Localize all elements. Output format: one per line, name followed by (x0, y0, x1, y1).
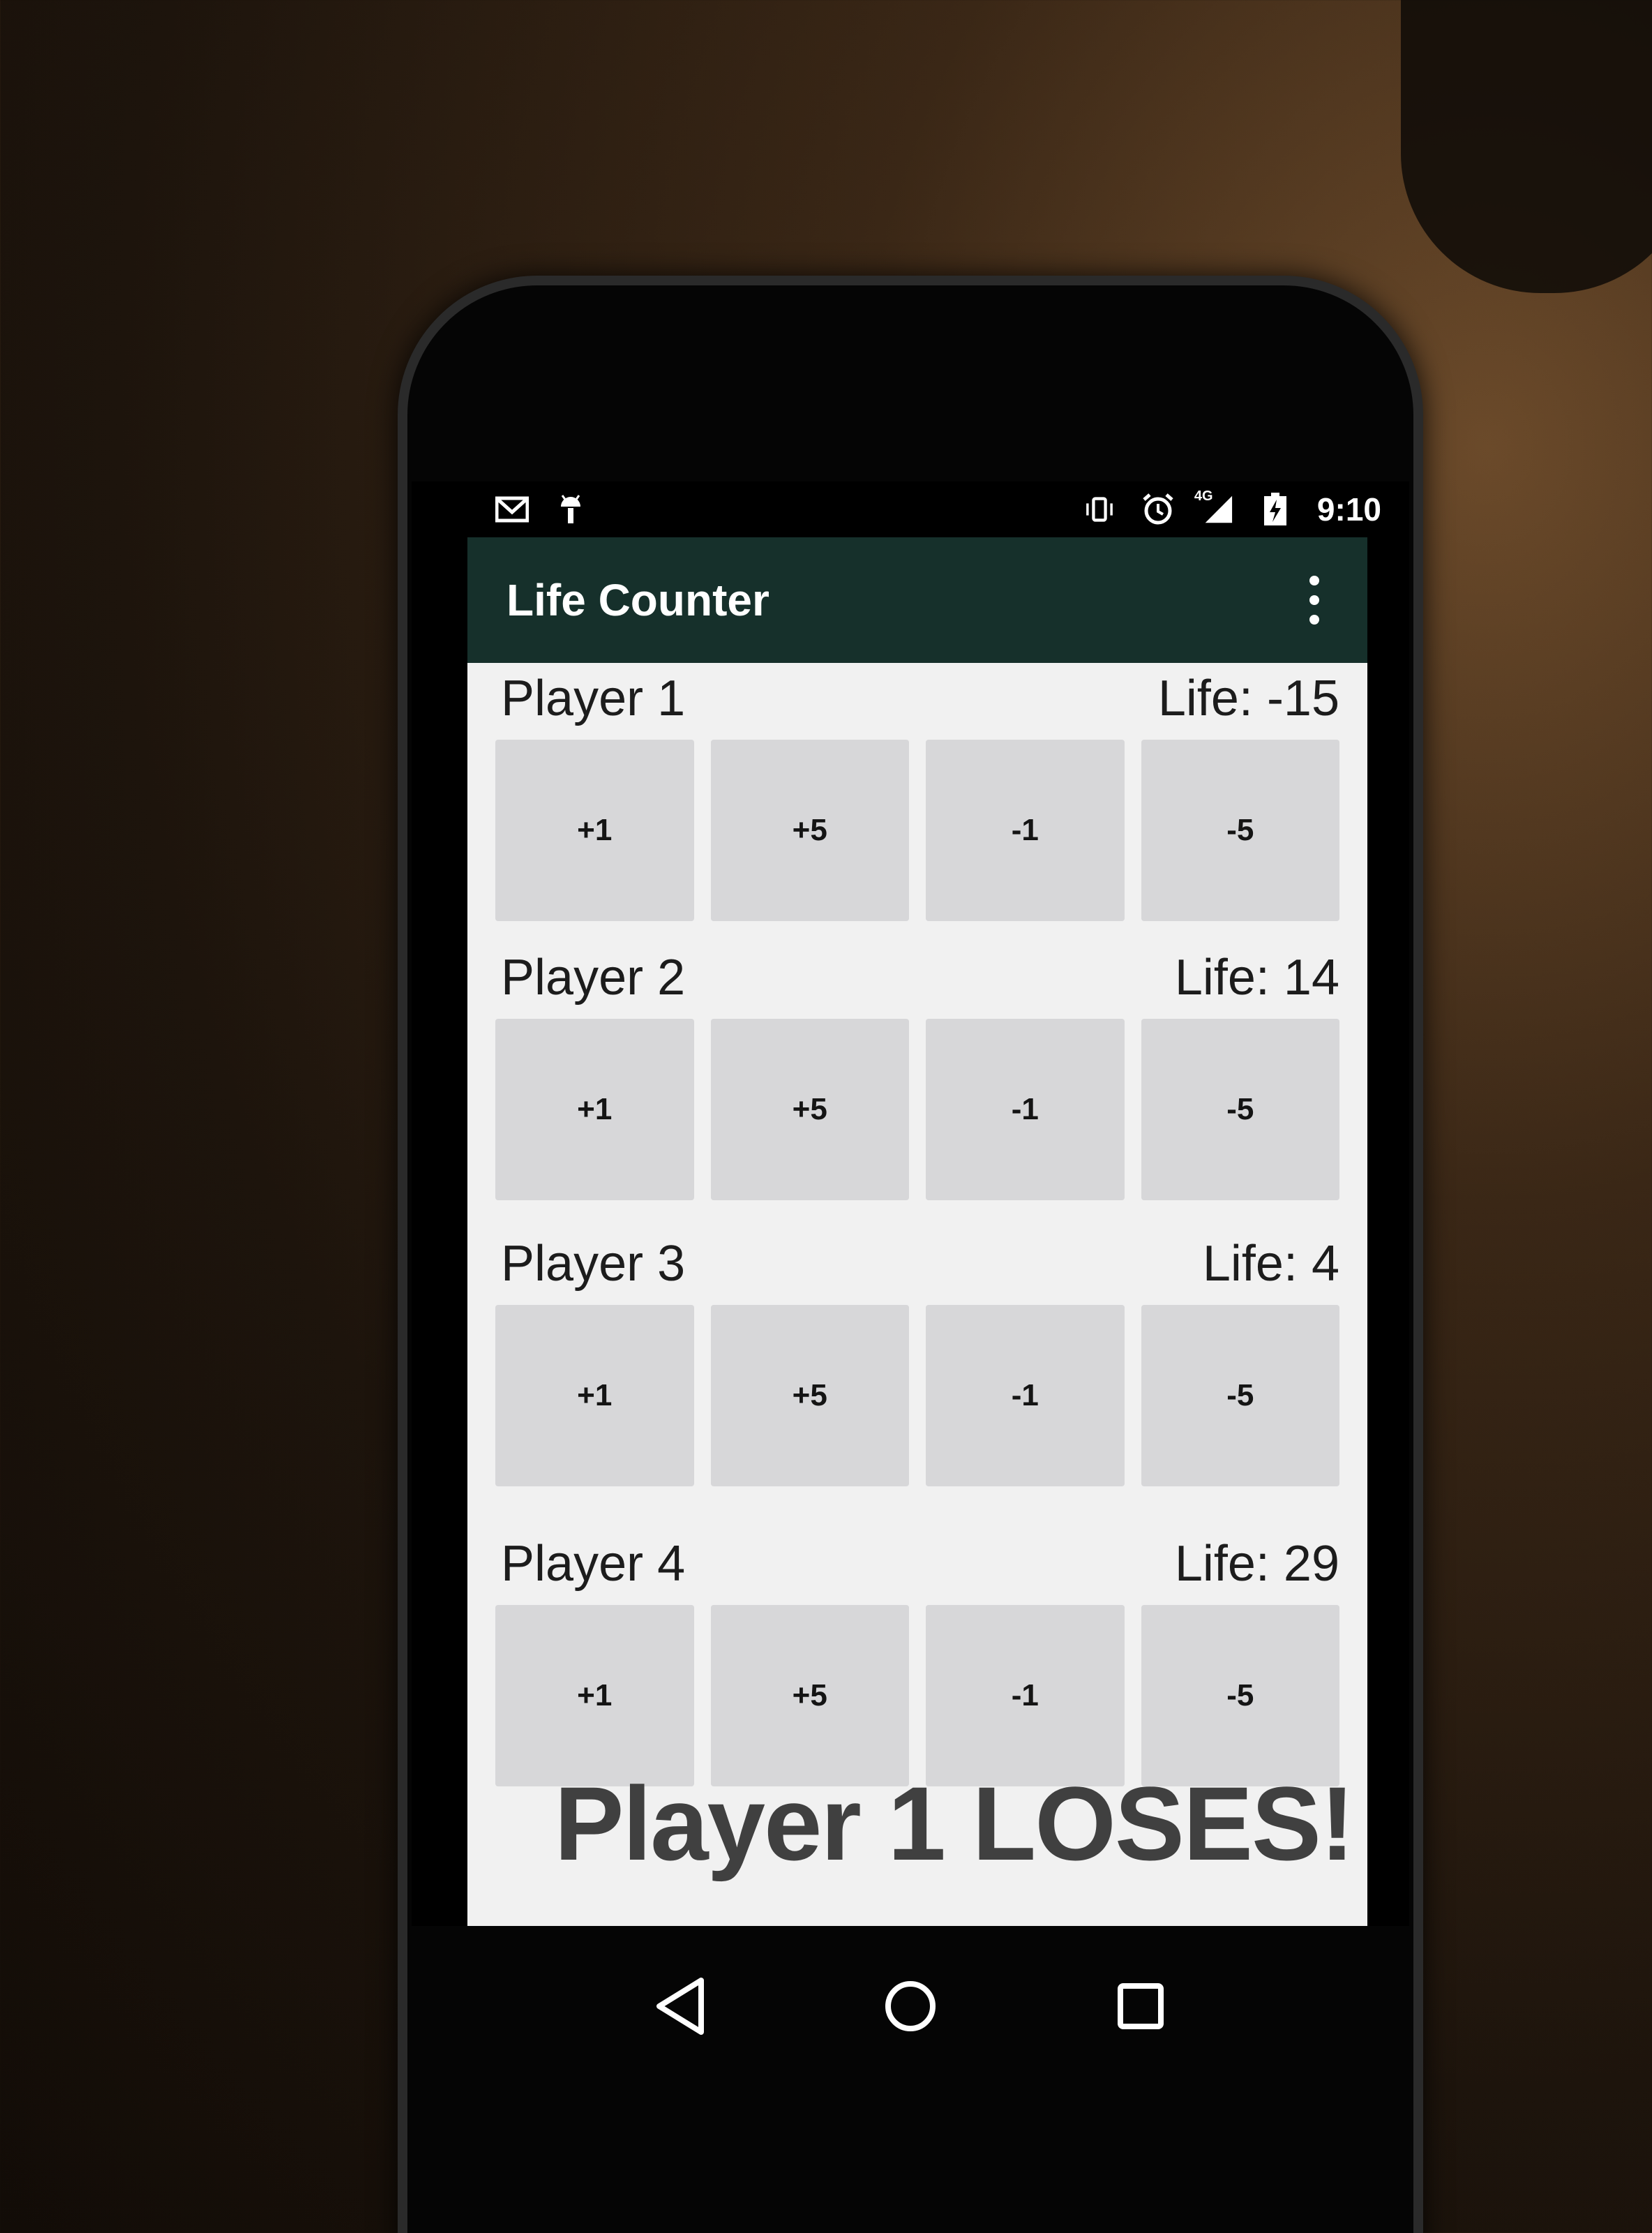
player-4-plus-5-button[interactable]: +5 (710, 1605, 909, 1786)
app-title: Life Counter (506, 575, 769, 625)
loss-banner: Player 1 LOSES! (554, 1765, 1355, 1882)
player-life: Life: -15 (1157, 671, 1339, 726)
player-3-minus-5-button[interactable]: -5 (1141, 1305, 1339, 1486)
player-3-minus-1-button[interactable]: -1 (926, 1305, 1125, 1486)
back-icon[interactable] (649, 1975, 712, 2038)
player-2-minus-5-button[interactable]: -5 (1141, 1019, 1339, 1200)
vibrate-icon (1083, 494, 1116, 525)
status-bar: 4G 9:10 (412, 481, 1409, 537)
player-1-plus-1-button[interactable]: +1 (495, 740, 694, 921)
app-bar: Life Counter (467, 537, 1367, 663)
player-name: Player 1 (501, 671, 686, 726)
player-3-panel: Player 3 Life: 4 +1 +5 -1 -5 (495, 1228, 1339, 1507)
more-vert-icon[interactable] (1300, 576, 1328, 625)
player-4-minus-5-button[interactable]: -5 (1141, 1605, 1339, 1786)
player-1-minus-5-button[interactable]: -5 (1141, 740, 1339, 921)
player-3-plus-5-button[interactable]: +5 (710, 1305, 909, 1486)
player-1-panel: Player 1 Life: -15 +1 +5 -1 -5 (495, 663, 1339, 942)
player-1-plus-5-button[interactable]: +5 (710, 740, 909, 921)
player-2-minus-1-button[interactable]: -1 (926, 1019, 1125, 1200)
player-name: Player 2 (501, 950, 686, 1006)
alarm-icon (1141, 493, 1175, 525)
player-4-plus-1-button[interactable]: +1 (495, 1605, 694, 1786)
status-time: 9:10 (1316, 491, 1381, 528)
player-2-plus-1-button[interactable]: +1 (495, 1019, 694, 1200)
player-2-plus-5-button[interactable]: +5 (710, 1019, 909, 1200)
player-life: Life: 29 (1174, 1536, 1339, 1592)
main-content: Player 1 Life: -15 +1 +5 -1 -5 Player 2 … (467, 663, 1367, 1926)
player-3-plus-1-button[interactable]: +1 (495, 1305, 694, 1486)
player-name: Player 3 (501, 1236, 686, 1292)
battery-charging-icon (1259, 493, 1292, 525)
gmail-icon (495, 494, 529, 525)
home-icon[interactable] (879, 1975, 942, 2038)
player-life: Life: 4 (1202, 1236, 1339, 1292)
recents-icon[interactable] (1109, 1975, 1172, 2038)
android-debug-icon (554, 494, 587, 525)
player-name: Player 4 (501, 1536, 686, 1592)
background-shadow (1401, 0, 1652, 293)
player-4-minus-1-button[interactable]: -1 (926, 1605, 1125, 1786)
player-2-panel: Player 2 Life: 14 +1 +5 -1 -5 (495, 942, 1339, 1221)
phone-screen: 4G 9:10 Life Counter Player 1 Life: -15 … (412, 481, 1409, 1926)
nav-bar (412, 1926, 1409, 2086)
network-label: 4G (1194, 488, 1213, 504)
signal-4g-icon: 4G (1194, 488, 1233, 525)
player-life: Life: 14 (1174, 950, 1339, 1006)
player-1-minus-1-button[interactable]: -1 (926, 740, 1125, 921)
